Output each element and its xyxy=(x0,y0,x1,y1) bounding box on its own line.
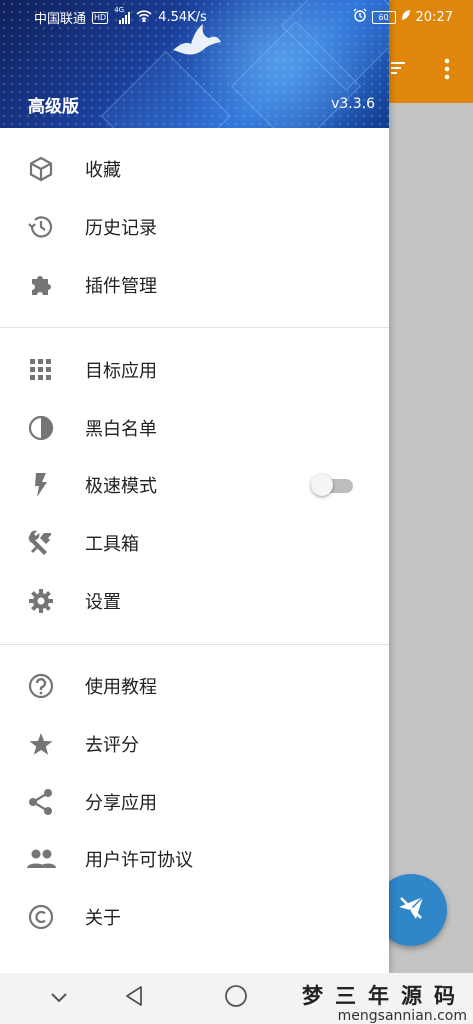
nav-home-button[interactable] xyxy=(221,983,251,1013)
menu-label: 分享应用 xyxy=(85,793,157,814)
menu-item-history[interactable]: 历史记录 xyxy=(0,198,389,255)
apps-grid-icon xyxy=(26,355,56,385)
hd-badge: HD xyxy=(92,11,109,24)
navigation-drawer: 高级版 v3.3.6 收藏 历史记录 插件管理 目标应用 黑白名单 极速模式 工… xyxy=(0,0,389,973)
app-content-dimmed xyxy=(389,103,473,973)
contrast-icon xyxy=(26,413,56,443)
menu-label: 历史记录 xyxy=(85,218,157,239)
network-speed: 4.54K/s xyxy=(158,10,207,25)
nav-collapse-button[interactable] xyxy=(44,983,74,1013)
menu-item-share[interactable]: 分享应用 xyxy=(0,773,389,830)
chevron-down-icon xyxy=(49,989,69,1008)
carrier-name: 中国联通 xyxy=(34,12,87,27)
more-vert-icon[interactable] xyxy=(437,58,457,85)
home-circle-icon xyxy=(224,984,248,1012)
cube-icon xyxy=(26,154,56,184)
share-icon xyxy=(26,787,56,817)
leaf-icon xyxy=(401,9,411,25)
menu-item-tutorial[interactable]: 使用教程 xyxy=(0,657,389,714)
alarm-icon xyxy=(353,8,367,26)
watermark-en: mengsannian.com xyxy=(337,1008,467,1024)
flash-icon xyxy=(26,470,56,500)
turbo-mode-toggle[interactable] xyxy=(311,474,355,496)
menu-label: 工具箱 xyxy=(85,534,139,555)
people-icon xyxy=(26,844,56,874)
menu-item-rate[interactable]: 去评分 xyxy=(0,715,389,772)
app-version: v3.3.6 xyxy=(331,96,375,112)
watermark-cn: 梦三年源码 xyxy=(302,983,467,1008)
menu-label: 极速模式 xyxy=(85,476,157,497)
menu-label: 去评分 xyxy=(85,735,139,756)
menu-label: 目标应用 xyxy=(85,361,157,382)
puzzle-icon xyxy=(26,270,56,300)
menu-label: 黑白名单 xyxy=(85,419,157,440)
status-bar: 中国联通 HD 4G 4.54K/s 60 20:27 xyxy=(0,0,473,32)
menu-label: 插件管理 xyxy=(85,276,157,297)
back-triangle-icon xyxy=(123,985,145,1011)
signal-icon: 4G xyxy=(114,6,131,24)
menu-label: 设置 xyxy=(85,592,121,613)
watermark: 梦三年源码 mengsannian.com xyxy=(302,980,467,1024)
paper-plane-icon xyxy=(396,893,426,927)
star-icon xyxy=(26,729,56,759)
sort-icon[interactable] xyxy=(389,58,409,83)
menu-item-target-apps[interactable]: 目标应用 xyxy=(0,341,389,398)
menu-label: 使用教程 xyxy=(85,677,157,698)
clock: 20:27 xyxy=(415,9,453,25)
menu-item-favorites[interactable]: 收藏 xyxy=(0,140,389,197)
menu-label: 收藏 xyxy=(85,160,121,181)
menu-item-settings[interactable]: 设置 xyxy=(0,572,389,629)
history-icon xyxy=(26,212,56,242)
menu-item-about[interactable]: 关于 xyxy=(0,888,389,945)
menu-item-license[interactable]: 用户许可协议 xyxy=(0,830,389,887)
menu-item-blacklist-whitelist[interactable]: 黑白名单 xyxy=(0,399,389,456)
help-icon xyxy=(26,671,56,701)
menu-item-toolbox[interactable]: 工具箱 xyxy=(0,514,389,571)
divider xyxy=(0,327,389,328)
menu-item-plugins[interactable]: 插件管理 xyxy=(0,256,389,313)
drawer-title: 高级版 xyxy=(28,97,79,117)
gear-icon xyxy=(26,586,56,616)
copyright-icon xyxy=(26,902,56,932)
nav-back-button[interactable] xyxy=(119,983,149,1013)
menu-label: 关于 xyxy=(85,908,121,929)
menu-item-turbo-mode[interactable]: 极速模式 xyxy=(0,456,389,513)
menu-label: 用户许可协议 xyxy=(85,850,193,871)
battery-indicator: 60 xyxy=(371,10,396,24)
divider xyxy=(0,644,389,645)
wifi-icon xyxy=(136,9,152,26)
tools-icon xyxy=(26,528,56,558)
